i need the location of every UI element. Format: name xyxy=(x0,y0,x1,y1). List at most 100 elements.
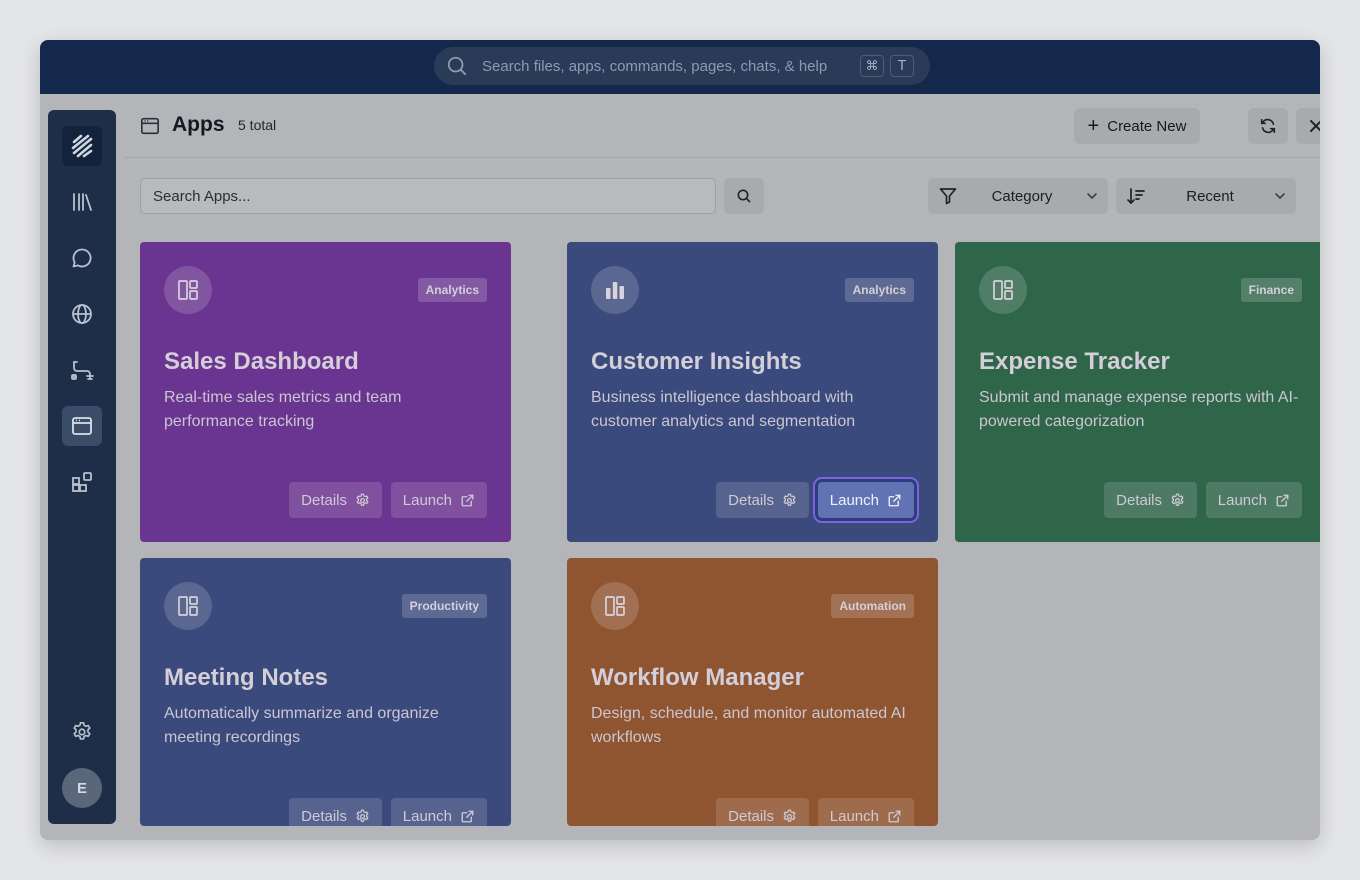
app-card-expense-tracker[interactable]: Finance Expense Tracker Submit and manag… xyxy=(955,242,1320,542)
top-bar: Search files, apps, commands, pages, cha… xyxy=(40,40,1320,94)
globe-icon xyxy=(72,304,92,324)
launch-button[interactable]: Launch xyxy=(817,798,914,826)
app-title: Customer Insights xyxy=(591,348,802,375)
category-badge: Productivity xyxy=(401,594,487,618)
refresh-icon xyxy=(1260,118,1276,134)
gear-icon xyxy=(356,809,369,822)
create-new-button[interactable]: + Create New xyxy=(1074,108,1200,144)
search-icon xyxy=(737,189,751,203)
workflow-icon xyxy=(71,361,94,380)
launch-button[interactable]: Launch xyxy=(817,482,914,518)
sidebar-item-library[interactable] xyxy=(62,182,102,222)
app-card-workflow-manager[interactable]: Automation Workflow Manager Design, sche… xyxy=(567,558,938,826)
logo-icon xyxy=(71,134,93,158)
details-button[interactable]: Details xyxy=(716,482,809,518)
details-button[interactable]: Details xyxy=(289,482,382,518)
global-search-bar[interactable]: Search files, apps, commands, pages, cha… xyxy=(434,47,930,85)
details-label: Details xyxy=(728,491,774,509)
search-apps-input[interactable] xyxy=(140,178,716,214)
page-title: Apps xyxy=(172,113,225,136)
create-new-label: Create New xyxy=(1107,117,1187,135)
apps-icon xyxy=(72,417,92,435)
sidebar-item-integrations[interactable] xyxy=(62,462,102,502)
external-link-icon xyxy=(888,810,901,822)
global-search-placeholder: Search files, apps, commands, pages, cha… xyxy=(482,57,828,75)
launch-button[interactable]: Launch xyxy=(1205,482,1302,518)
app-card-meeting-notes[interactable]: Productivity Meeting Notes Automatically… xyxy=(140,558,511,826)
details-label: Details xyxy=(1116,491,1162,509)
app-description: Real-time sales metrics and team perform… xyxy=(164,389,402,430)
launch-label: Launch xyxy=(1217,491,1267,509)
logo-button[interactable] xyxy=(62,126,102,166)
details-label: Details xyxy=(301,491,347,509)
launch-label: Launch xyxy=(829,491,879,509)
app-title: Workflow Manager xyxy=(591,664,804,691)
launch-label: Launch xyxy=(829,807,879,825)
app-icon xyxy=(591,266,639,314)
close-button[interactable] xyxy=(1296,108,1320,144)
details-button[interactable]: Details xyxy=(289,798,382,826)
layout-icon xyxy=(993,280,1013,300)
sidebar-settings[interactable] xyxy=(62,712,102,752)
app-card-sales-dashboard[interactable]: Analytics Sales Dashboard Real-time sale… xyxy=(140,242,511,542)
details-button[interactable]: Details xyxy=(716,798,809,826)
gear-icon xyxy=(783,493,796,506)
app-description: Business intelligence dashboard with cus… xyxy=(591,389,856,430)
sidebar: E xyxy=(48,110,116,824)
category-badge: Finance xyxy=(1240,278,1302,302)
sidebar-item-workflows[interactable] xyxy=(62,350,102,390)
gear-icon xyxy=(783,809,796,822)
close-icon xyxy=(1310,120,1320,132)
integrations-icon xyxy=(72,472,92,492)
app-title: Expense Tracker xyxy=(979,348,1170,375)
chevron-down-icon xyxy=(1275,193,1285,200)
sort-label: Recent xyxy=(1186,187,1234,205)
launch-label: Launch xyxy=(402,807,452,825)
details-label: Details xyxy=(728,807,774,825)
chevron-down-icon xyxy=(1087,193,1097,200)
external-link-icon xyxy=(461,494,474,506)
layout-icon xyxy=(605,596,625,616)
filter-icon xyxy=(939,188,957,205)
app-window: Search files, apps, commands, pages, cha… xyxy=(40,40,1320,840)
details-button[interactable]: Details xyxy=(1104,482,1197,518)
category-label: Category xyxy=(991,187,1053,205)
category-badge: Analytics xyxy=(844,278,914,302)
external-link-icon xyxy=(461,810,474,822)
gear-icon xyxy=(356,493,369,506)
avatar[interactable]: E xyxy=(62,768,102,808)
sort-select[interactable]: Recent xyxy=(1116,178,1296,214)
launch-button[interactable]: Launch xyxy=(390,798,487,826)
plus-icon: + xyxy=(1087,115,1100,137)
app-description: Submit and manage expense reports with A… xyxy=(979,389,1299,430)
layout-icon xyxy=(178,280,198,300)
library-icon xyxy=(73,193,92,211)
launch-button[interactable]: Launch xyxy=(390,482,487,518)
external-link-icon xyxy=(1276,494,1289,506)
app-icon xyxy=(164,266,212,314)
refresh-button[interactable] xyxy=(1248,108,1288,144)
search-icon xyxy=(447,56,467,76)
details-label: Details xyxy=(301,807,347,825)
app-title: Meeting Notes xyxy=(164,664,329,691)
page-header: Apps 5 total + Create New xyxy=(124,94,1320,158)
sort-icon xyxy=(1127,188,1145,205)
app-description: Automatically summarize and organize mee… xyxy=(164,705,439,746)
apps-count: 5 total xyxy=(238,117,277,133)
launch-label: Launch xyxy=(402,491,452,509)
app-title: Sales Dashboard xyxy=(164,348,359,375)
apps-icon xyxy=(141,117,159,135)
gear-icon xyxy=(1171,493,1184,506)
main-content: Apps 5 total + Create New Category Recen xyxy=(124,94,1320,840)
shortcut-key-cmd: ⌘ xyxy=(860,55,884,77)
app-description: Design, schedule, and monitor automated … xyxy=(591,705,906,746)
sidebar-item-chat[interactable] xyxy=(62,238,102,278)
app-icon xyxy=(164,582,212,630)
search-apps-button[interactable] xyxy=(724,178,764,214)
chat-icon xyxy=(72,248,92,268)
sidebar-item-web[interactable] xyxy=(62,294,102,334)
layout-icon xyxy=(178,596,198,616)
category-filter[interactable]: Category xyxy=(928,178,1108,214)
app-card-customer-insights[interactable]: Analytics Customer Insights Business int… xyxy=(567,242,938,542)
sidebar-item-apps[interactable] xyxy=(62,406,102,446)
